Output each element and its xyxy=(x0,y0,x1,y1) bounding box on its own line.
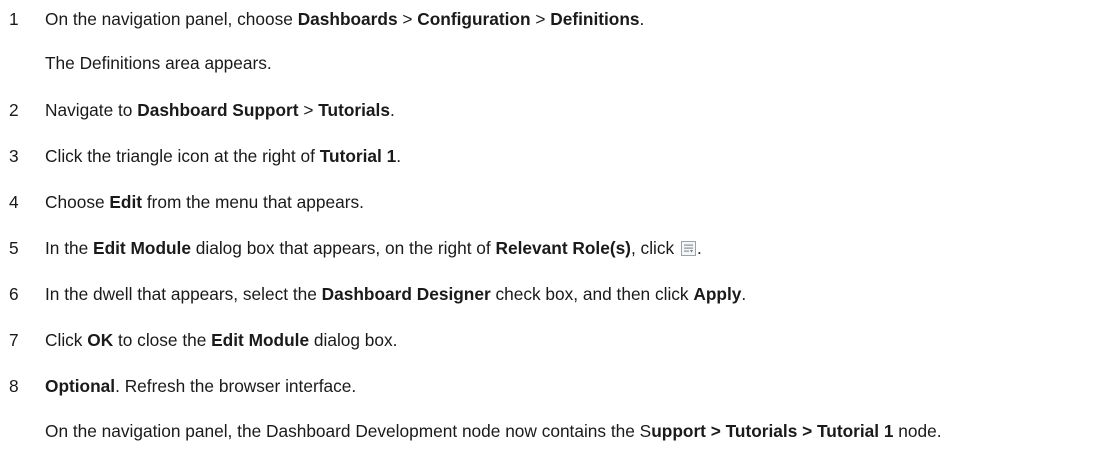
step-number: 7 xyxy=(9,330,19,350)
procedure-document: 1 On the navigation panel, choose Dashbo… xyxy=(0,0,1114,470)
step-number: 1 xyxy=(9,9,19,29)
step-number: 3 xyxy=(9,146,19,166)
node-tutorials: Tutorials xyxy=(318,100,390,120)
menu-dashboards: Dashboards xyxy=(297,9,398,29)
button-apply: Apply xyxy=(693,284,742,304)
list-picker-icon xyxy=(680,241,696,256)
menu-edit: Edit xyxy=(109,192,143,212)
field-relevant-roles: Relevant Role(s) xyxy=(495,238,631,258)
step-text: Click the triangle icon at the right of … xyxy=(45,146,402,166)
step-text: Click OK to close the Edit Module dialog… xyxy=(45,330,398,350)
node-tutorial-1: Tutorial 1 xyxy=(319,146,397,166)
step-number: 8 xyxy=(9,376,19,396)
step-number: 5 xyxy=(9,238,19,258)
checkbox-dashboard-designer: Dashboard Designer xyxy=(321,284,491,304)
button-ok: OK xyxy=(87,330,114,350)
node-dashboard-support: Dashboard Support xyxy=(137,100,299,120)
step-text: Navigate to Dashboard Support > Tutorial… xyxy=(45,100,395,120)
dialog-edit-module: Edit Module xyxy=(93,238,191,258)
dialog-edit-module: Edit Module xyxy=(211,330,310,350)
step-text: Choose Edit from the menu that appears. xyxy=(45,192,364,212)
menu-definitions: Definitions xyxy=(550,9,640,29)
step-text: In the dwell that appears, select the Da… xyxy=(45,284,747,304)
step-number: 2 xyxy=(9,100,19,120)
node-path-tutorial-1: upport > Tutorials > Tutorial 1 xyxy=(651,421,894,441)
step-text: On the navigation panel, choose Dashboar… xyxy=(45,9,645,29)
step-number: 4 xyxy=(9,192,19,212)
optional-label: Optional xyxy=(45,376,116,396)
step-number: 6 xyxy=(9,284,19,304)
step-text: In the Edit Module dialog box that appea… xyxy=(45,238,702,258)
step-8-result: On the navigation panel, the Dashboard D… xyxy=(45,421,942,441)
menu-configuration: Configuration xyxy=(417,9,531,29)
step-text: Optional. Refresh the browser interface. xyxy=(45,376,357,396)
step-1-result: The Definitions area appears. xyxy=(45,53,272,73)
